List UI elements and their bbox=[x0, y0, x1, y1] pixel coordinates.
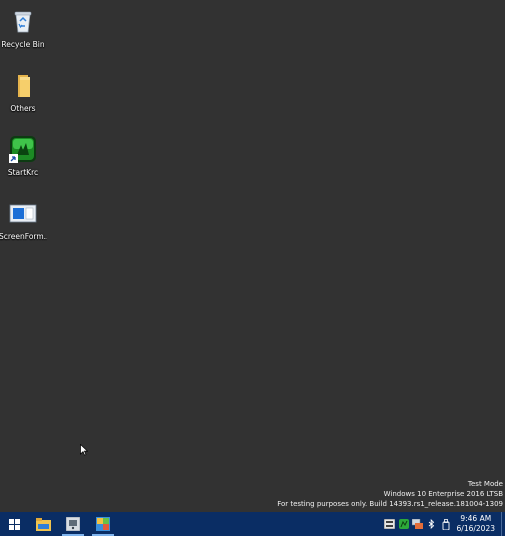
clock-time: 9:46 AM bbox=[460, 514, 492, 523]
tray-network-button[interactable] bbox=[411, 512, 425, 536]
tray-ime-button[interactable] bbox=[383, 512, 397, 536]
tray-bluetooth-button[interactable] bbox=[425, 512, 439, 536]
taskbar: 9:46 AM 6/16/2023 bbox=[0, 512, 505, 536]
desktop-icon-startkrc[interactable]: StartKrc bbox=[0, 130, 46, 180]
network-tray-icon bbox=[412, 519, 424, 529]
desktop-icon-label: StartKrc bbox=[7, 168, 39, 177]
recycle-bin-icon bbox=[9, 7, 37, 35]
start-button[interactable] bbox=[0, 512, 28, 536]
desktop-icon-others[interactable]: Others bbox=[0, 66, 46, 116]
desktop-icon-recycle-bin[interactable]: Recycle Bin bbox=[0, 2, 46, 52]
tray-app-button[interactable] bbox=[397, 512, 411, 536]
test-mode-watermark: Test Mode Windows 10 Enterprise 2016 LTS… bbox=[277, 479, 503, 509]
control-panel-icon bbox=[96, 517, 110, 531]
disk-utility-icon bbox=[66, 517, 80, 531]
desktop[interactable]: Recycle Bin Others StartKrc ScreenForm. … bbox=[0, 0, 505, 512]
desktop-icon-label: Recycle Bin bbox=[1, 40, 45, 49]
windows-start-icon bbox=[8, 518, 20, 530]
show-desktop-button[interactable] bbox=[501, 512, 505, 536]
folder-icon bbox=[9, 71, 37, 99]
clock-date: 6/16/2023 bbox=[456, 524, 495, 533]
startkrc-app-icon bbox=[9, 135, 37, 163]
desktop-icon-label: Others bbox=[10, 104, 36, 113]
desktop-icon-screenform[interactable]: ScreenForm.... bbox=[0, 194, 47, 244]
taskbar-file-explorer-button[interactable] bbox=[28, 512, 58, 536]
taskbar-disk-utility-button[interactable] bbox=[58, 512, 88, 536]
file-explorer-icon bbox=[35, 517, 51, 531]
bluetooth-icon bbox=[428, 519, 435, 529]
taskbar-control-panel-button[interactable] bbox=[88, 512, 118, 536]
tray-usb-button[interactable] bbox=[439, 512, 453, 536]
taskbar-clock[interactable]: 9:46 AM 6/16/2023 bbox=[453, 514, 501, 534]
green-app-tray-icon bbox=[398, 519, 409, 529]
screenform-app-icon bbox=[9, 199, 37, 227]
mouse-pointer-icon bbox=[80, 444, 88, 456]
desktop-icon-label: ScreenForm.... bbox=[0, 232, 47, 241]
system-tray: 9:46 AM 6/16/2023 bbox=[383, 512, 505, 536]
watermark-line: For testing purposes only. Build 14393.r… bbox=[277, 500, 503, 508]
keyboard-ime-icon bbox=[384, 519, 396, 529]
watermark-line: Test Mode bbox=[467, 480, 503, 488]
watermark-line: Windows 10 Enterprise 2016 LTSB bbox=[383, 490, 503, 498]
usb-device-icon bbox=[442, 518, 449, 530]
